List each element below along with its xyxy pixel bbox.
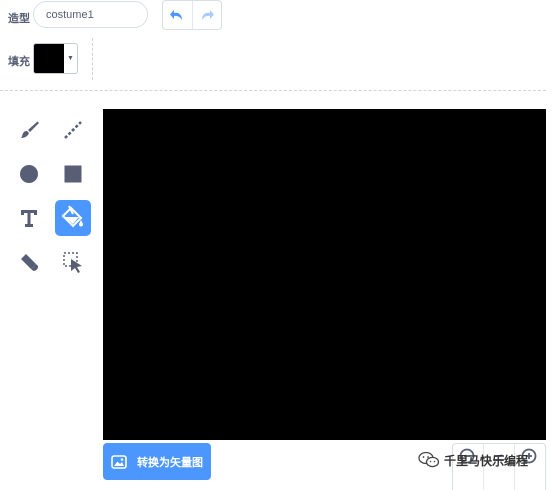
redo-icon — [201, 10, 214, 20]
convert-to-vector-button[interactable]: 转换为矢量图 — [103, 443, 211, 480]
costume-label: 造型 — [8, 13, 30, 25]
undo-redo-group — [162, 0, 222, 30]
fill-color-picker[interactable]: ▼ — [33, 43, 78, 74]
image-icon — [111, 454, 127, 469]
redo-button[interactable] — [191, 1, 222, 29]
tool-rectangle[interactable] — [55, 156, 91, 192]
circle-icon — [20, 165, 38, 183]
tool-line[interactable] — [55, 112, 91, 148]
tool-circle[interactable] — [11, 156, 47, 192]
undo-icon — [170, 10, 183, 20]
brush-icon — [21, 121, 39, 138]
text-icon — [21, 210, 37, 227]
tool-eraser[interactable] — [11, 244, 47, 280]
fill-color-swatch — [34, 44, 64, 73]
convert-button-label: 转换为矢量图 — [137, 456, 203, 469]
watermark-text: 千里马快乐编程 — [444, 453, 529, 468]
eraser-icon — [21, 254, 39, 271]
tool-fill[interactable] — [55, 200, 91, 236]
divider-vertical — [92, 38, 93, 80]
paint-canvas[interactable] — [103, 109, 546, 440]
tool-text[interactable] — [11, 200, 47, 236]
fill-bucket-icon — [61, 205, 83, 228]
caret-down-icon: ▼ — [67, 55, 74, 62]
fill-label: 填充 — [8, 56, 30, 68]
divider-horizontal — [0, 90, 546, 91]
watermark: 千里马快乐编程 — [418, 451, 528, 469]
select-icon — [63, 252, 82, 273]
undo-button[interactable] — [163, 1, 192, 29]
line-icon — [64, 121, 82, 139]
tool-brush[interactable] — [11, 112, 47, 148]
costume-name-input[interactable] — [33, 1, 148, 28]
rectangle-icon — [64, 165, 82, 183]
tool-select[interactable] — [55, 244, 91, 280]
wechat-icon — [418, 451, 440, 468]
